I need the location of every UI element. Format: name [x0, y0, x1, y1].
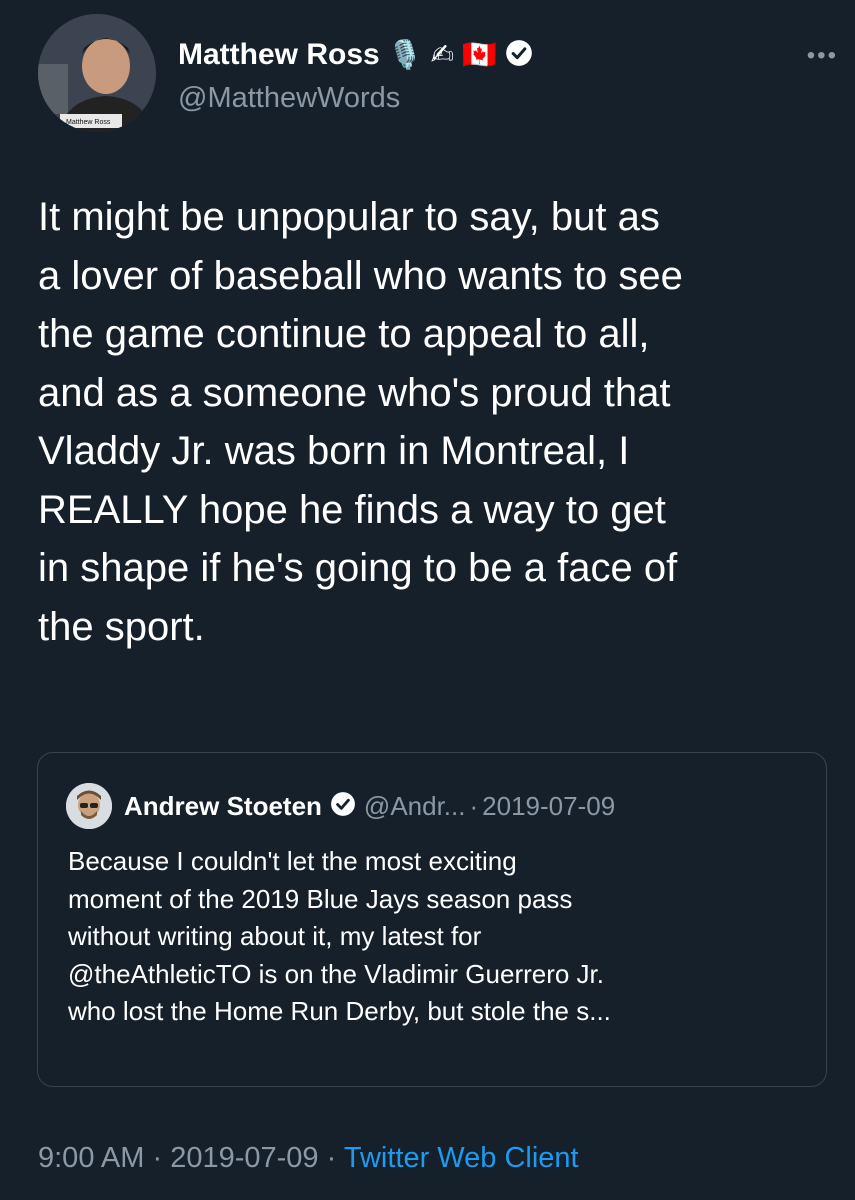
quoted-text: Because I couldn't let the most exciting… [68, 846, 611, 1026]
author-handle[interactable]: @MatthewWords [178, 82, 400, 115]
tweet-footer: 9:00 AM · 2019-07-09 · Twitter Web Clien… [38, 1142, 579, 1175]
avatar-photo: Matthew Ross [38, 14, 156, 132]
author-avatar[interactable]: Matthew Ross [38, 14, 156, 132]
footer-separator: · [152, 1142, 163, 1174]
quoted-tweet[interactable]: Andrew Stoeten @Andr... · 2019-07-09 Bec… [37, 752, 827, 1087]
source-client-link[interactable]: Twitter Web Client [344, 1142, 579, 1174]
more-options-icon[interactable]: ••• [807, 42, 838, 70]
avatar-caption: Matthew Ross [66, 119, 111, 126]
author-name[interactable]: Matthew Ross [178, 38, 380, 72]
tweet-header: Matthew Ross Matthew Ross 🎙️ ✍ 🇨🇦 @Matth… [38, 14, 838, 134]
canada-flag-emoji: 🇨🇦 [462, 38, 497, 71]
quoted-author-avatar [66, 783, 112, 829]
quoted-date: 2019-07-09 [482, 790, 616, 821]
quoted-author-name: Andrew Stoeten [124, 790, 322, 821]
tweet-time[interactable]: 9:00 AM [38, 1142, 144, 1174]
footer-separator: · [326, 1142, 337, 1174]
tweet-date[interactable]: 2019-07-09 [170, 1142, 318, 1174]
quoted-verified-badge-icon [330, 791, 356, 822]
tweet-text: It might be unpopular to say, but as a l… [38, 195, 683, 649]
writing-hand-emoji: ✍ [430, 38, 455, 71]
microphone-emoji: 🎙️ [387, 38, 423, 71]
quoted-author-handle: @Andr... [363, 790, 466, 821]
quoted-separator: · [469, 790, 479, 821]
verified-badge-icon [505, 39, 533, 72]
